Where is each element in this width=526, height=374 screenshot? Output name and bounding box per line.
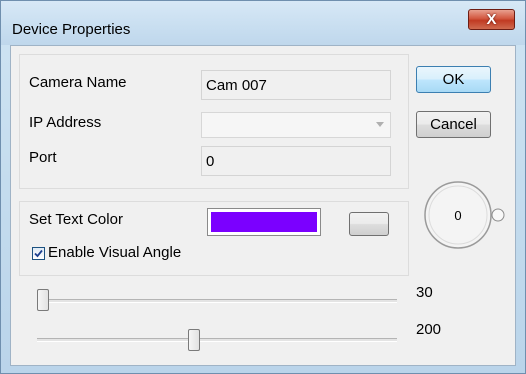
slider-1-value: 30 <box>416 284 433 301</box>
ip-address-label: IP Address <box>29 114 102 131</box>
set-text-color-label: Set Text Color <box>29 211 123 228</box>
port-label: Port <box>29 149 57 166</box>
window-title: Device Properties <box>12 21 131 38</box>
enable-visual-angle-checkbox[interactable] <box>32 247 45 260</box>
angle-dial[interactable]: 0 <box>416 176 512 256</box>
port-field[interactable]: 0 <box>201 146 391 176</box>
ip-address-dropdown[interactable] <box>201 112 391 138</box>
dial-handle <box>491 208 505 222</box>
close-button[interactable]: X <box>468 9 515 30</box>
text-color-fill <box>211 212 317 232</box>
dial-value: 0 <box>454 208 461 223</box>
device-properties-window: Device Properties X Camera Name Cam 007 … <box>0 0 526 374</box>
slider-2-value: 200 <box>416 321 442 338</box>
slider-2-track <box>37 338 397 342</box>
cancel-button[interactable]: Cancel <box>416 111 491 138</box>
slider-1-track <box>37 299 397 303</box>
ok-button[interactable]: OK <box>416 66 491 93</box>
title-bar[interactable]: Device Properties X <box>1 1 525 45</box>
enable-visual-angle-label: Enable Visual Angle <box>48 244 182 261</box>
slider-2-thumb[interactable] <box>188 329 200 351</box>
close-icon: X <box>486 11 497 28</box>
choose-color-button[interactable] <box>349 212 389 236</box>
slider-1-thumb[interactable] <box>37 289 49 311</box>
camera-name-label: Camera Name <box>29 74 127 91</box>
checkmark-icon <box>34 249 43 258</box>
dialog-client-area: Camera Name Cam 007 IP Address Port 0 Se… <box>10 45 516 366</box>
chevron-down-icon <box>376 122 384 127</box>
text-color-swatch <box>207 208 321 236</box>
camera-name-field[interactable]: Cam 007 <box>201 70 391 100</box>
